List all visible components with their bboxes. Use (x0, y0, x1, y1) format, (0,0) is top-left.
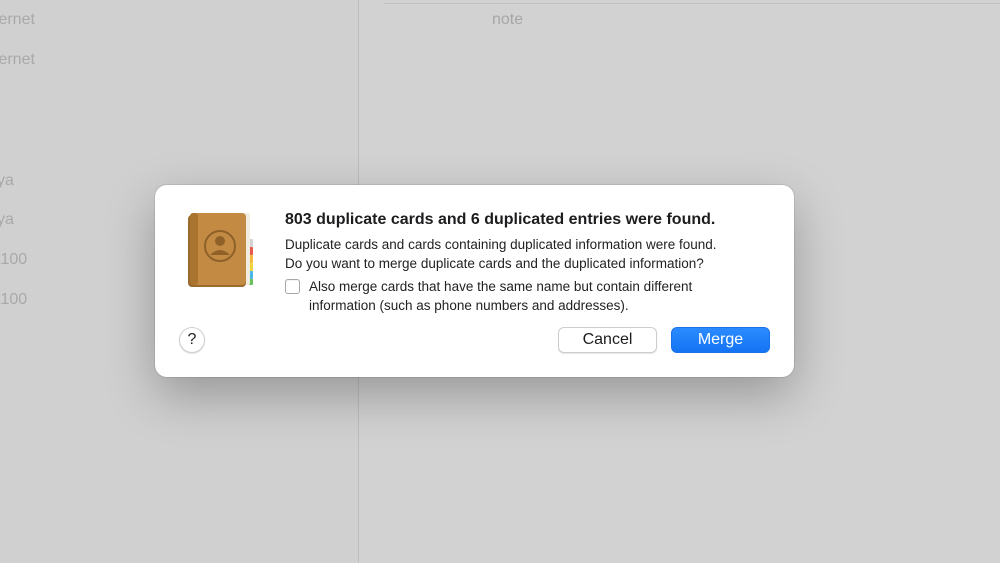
contacts-window: ternet ternet ya ya t100 t100 note 803 d… (0, 0, 1000, 563)
list-item[interactable]: ternet (0, 11, 35, 29)
list-item[interactable]: t100 (0, 291, 27, 309)
dialog-title: 803 duplicate cards and 6 duplicated ent… (285, 211, 716, 228)
dialog-message-line: Do you want to merge duplicate cards and… (285, 255, 704, 271)
divider (384, 3, 1000, 4)
note-label: note (492, 11, 524, 28)
merge-duplicates-dialog: 803 duplicate cards and 6 duplicated ent… (155, 185, 794, 377)
list-item[interactable]: ya (0, 211, 14, 229)
list-item[interactable]: ternet (0, 51, 35, 69)
merge-same-name-checkbox[interactable] (285, 279, 300, 294)
checkbox-label-line[interactable]: information (such as phone numbers and a… (309, 297, 692, 316)
help-button[interactable]: ? (179, 327, 205, 353)
contacts-app-icon (188, 213, 253, 287)
checkbox-label-line[interactable]: Also merge cards that have the same name… (309, 278, 692, 297)
cancel-button[interactable]: Cancel (558, 327, 657, 353)
merge-button[interactable]: Merge (671, 327, 770, 353)
dialog-message-line: Duplicate cards and cards containing dup… (285, 237, 717, 252)
dialog-message: Duplicate cards and cards containing dup… (285, 236, 775, 273)
list-item[interactable]: ya (0, 172, 14, 190)
list-item[interactable]: t100 (0, 251, 27, 269)
checkbox-label[interactable]: Also merge cards that have the same name… (309, 278, 692, 315)
